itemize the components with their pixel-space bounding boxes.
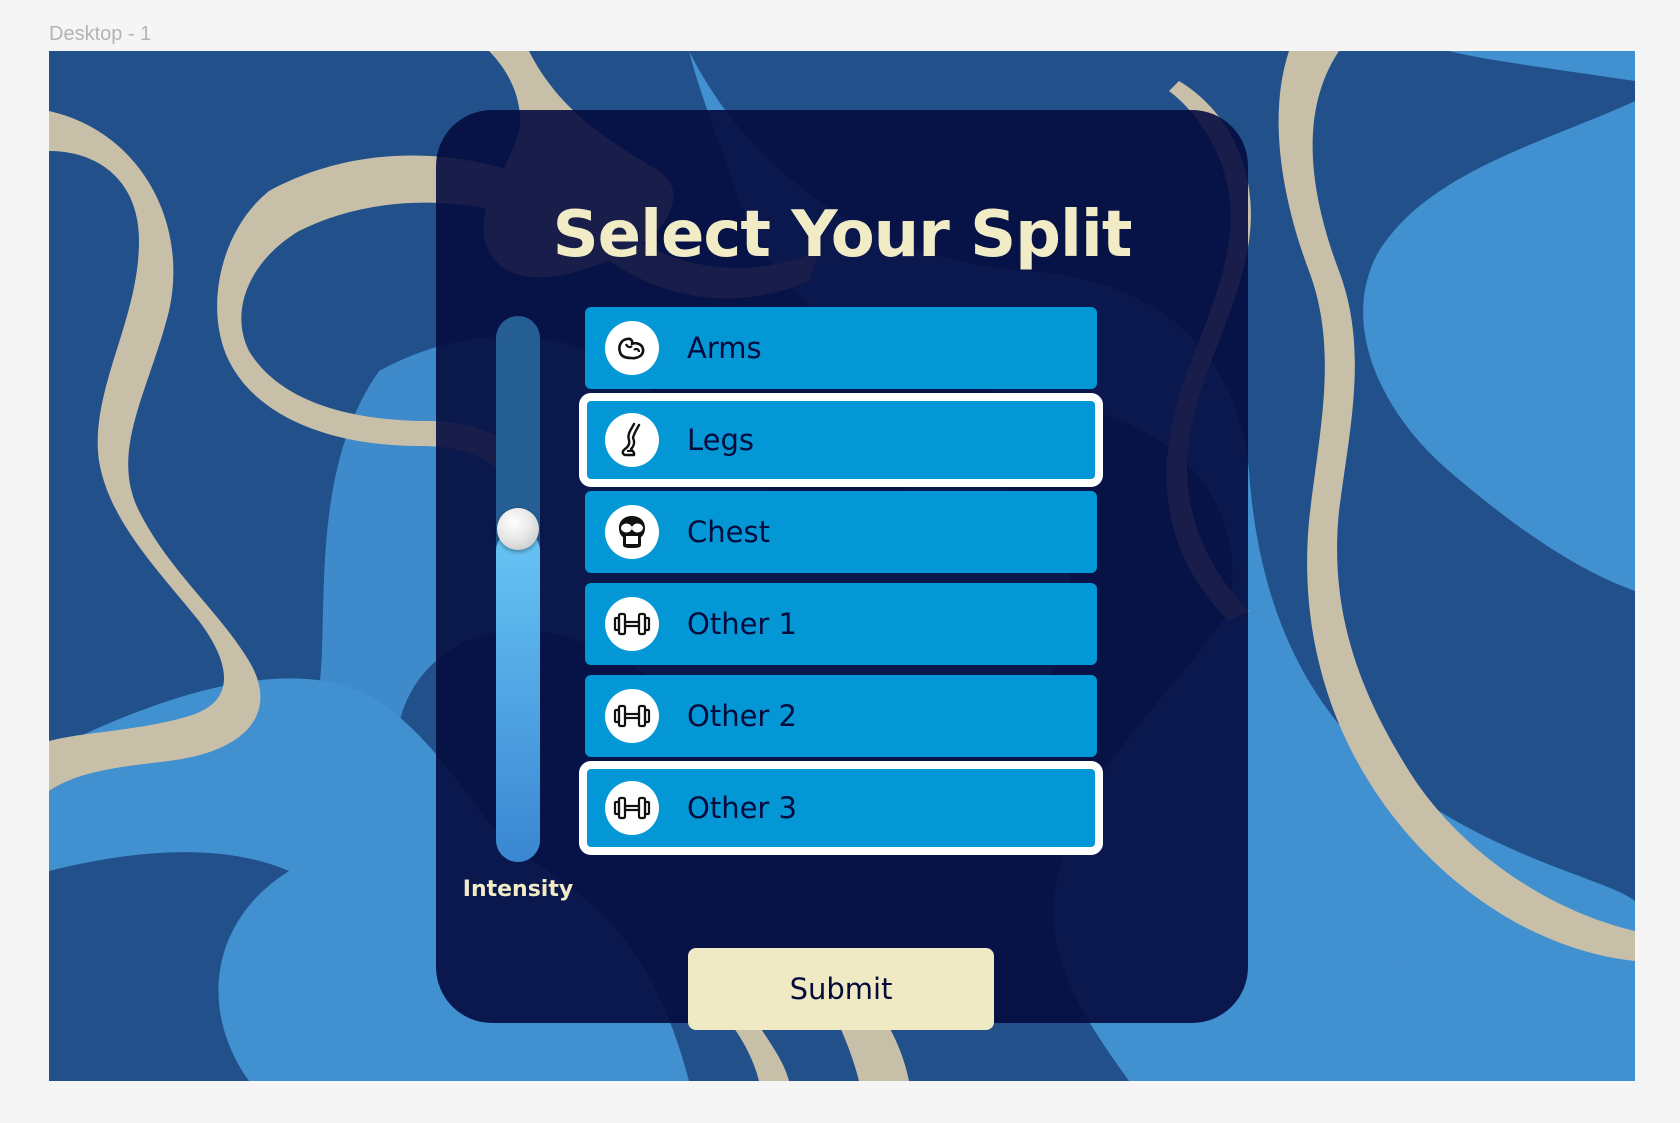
option-other-3[interactable]: Other 3 [579, 761, 1103, 855]
option-other-2[interactable]: Other 2 [585, 675, 1097, 757]
intensity-slider-thumb[interactable] [497, 508, 539, 550]
split-selection-card: Select Your Split Intensity Arms Legs Ch… [436, 110, 1248, 1030]
intensity-slider-fill [496, 529, 540, 862]
desktop-frame: Select Your Split Intensity Arms Legs Ch… [49, 51, 1635, 1081]
option-legs[interactable]: Legs [579, 393, 1103, 487]
dumbbell-icon [605, 597, 659, 651]
option-label: Other 1 [687, 607, 798, 641]
intensity-label: Intensity [462, 877, 574, 902]
leg-icon [605, 413, 659, 467]
option-label: Legs [687, 423, 755, 457]
option-label: Arms [687, 331, 762, 365]
option-label: Chest [687, 515, 770, 549]
option-chest[interactable]: Chest [585, 491, 1097, 573]
option-arms[interactable]: Arms [585, 307, 1097, 389]
option-label: Other 3 [687, 791, 798, 825]
dumbbell-icon [605, 689, 659, 743]
submit-button[interactable]: Submit [688, 948, 994, 1030]
flexed-arm-icon [605, 321, 659, 375]
option-label: Other 2 [687, 699, 798, 733]
chest-icon [605, 505, 659, 559]
page-title: Select Your Split [552, 198, 1133, 272]
frame-label: Desktop - 1 [49, 23, 152, 45]
split-options-list: Arms Legs Chest Other 1 Other 2 Other 3 [579, 307, 1103, 859]
dumbbell-icon [605, 781, 659, 835]
intensity-slider[interactable] [496, 316, 540, 862]
option-other-1[interactable]: Other 1 [585, 583, 1097, 665]
